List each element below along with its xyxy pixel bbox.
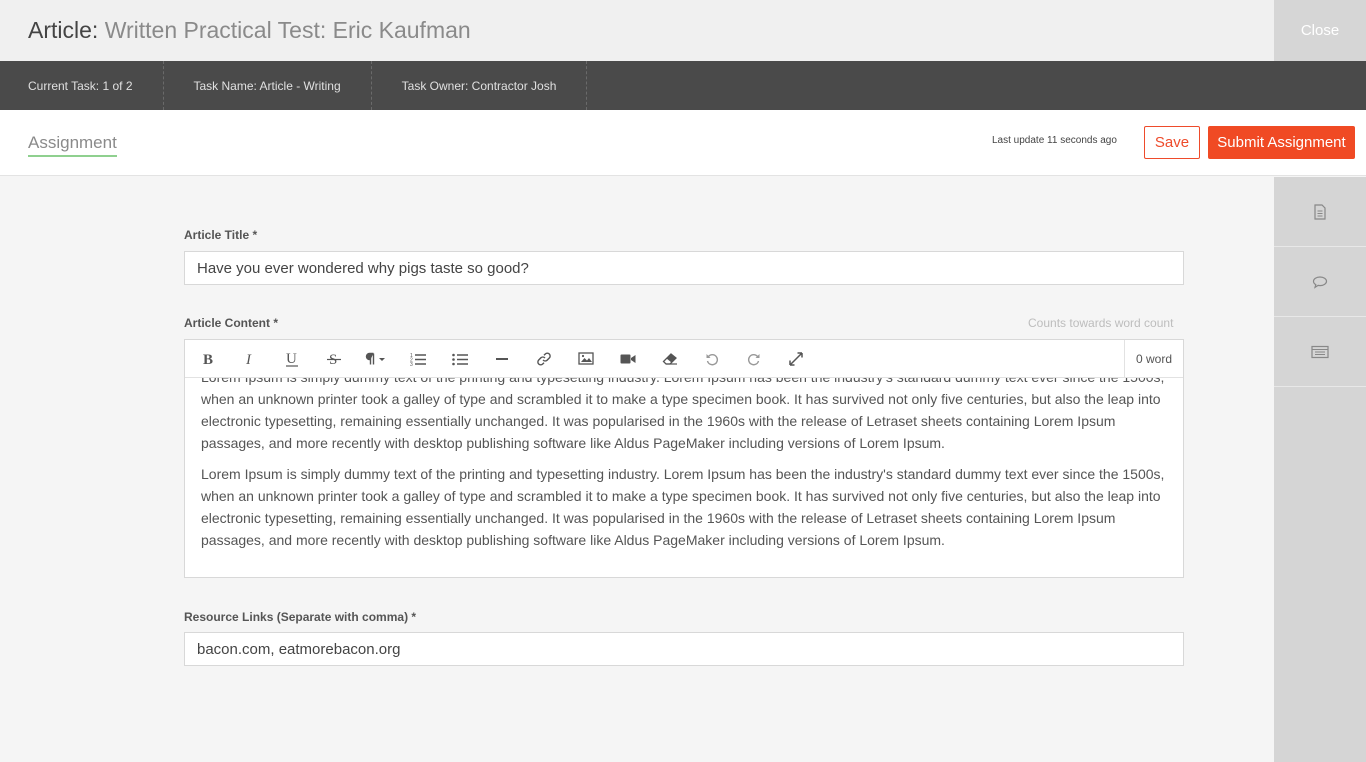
redo-icon (747, 353, 760, 365)
fullscreen-icon (789, 351, 803, 366)
undo-button[interactable] (691, 340, 733, 378)
sidebar-item-comments[interactable] (1274, 247, 1366, 317)
right-sidebar (1274, 177, 1366, 762)
underline-icon: U (286, 351, 298, 367)
task-name: Task Name: Article - Writing (164, 61, 372, 110)
submit-assignment-button[interactable]: Submit Assignment (1208, 126, 1355, 159)
strikethrough-icon: S (327, 352, 341, 366)
resource-links-label: Resource Links (Separate with comma) * (184, 610, 417, 624)
list-icon (1311, 345, 1329, 358)
article-title-label: Article Title * (184, 228, 258, 242)
bold-icon: B (203, 352, 213, 366)
insert-link-button[interactable] (523, 340, 565, 378)
document-icon (1314, 203, 1326, 220)
editor-toolbar: B I U S 1 2 3 (185, 340, 1183, 378)
task-owner: Task Owner: Contractor Josh (372, 61, 588, 110)
unordered-list-icon (452, 353, 468, 365)
ordered-list-icon: 1 2 3 (410, 353, 426, 366)
title-text: Written Practical Test: Eric Kaufman (104, 17, 471, 43)
horizontal-rule-icon (496, 357, 508, 360)
video-icon (620, 354, 636, 363)
image-icon (578, 352, 594, 365)
link-icon (537, 351, 551, 366)
page-title: Article: Written Practical Test: Eric Ka… (28, 17, 471, 44)
task-info-bar: Current Task: 1 of 2 Task Name: Article … (0, 61, 1366, 110)
content-paragraph: Lorem Ipsum is simply dummy text of the … (201, 378, 1164, 451)
title-prefix: Article: (28, 17, 99, 43)
underline-button[interactable]: U (271, 340, 313, 378)
undo-icon (706, 353, 719, 365)
ordered-list-button[interactable]: 1 2 3 (397, 340, 439, 378)
eraser-icon (662, 352, 677, 365)
italic-button[interactable]: I (229, 340, 271, 378)
unordered-list-button[interactable] (439, 340, 481, 378)
word-count-hint: Counts towards word count (1028, 316, 1174, 330)
editor-content-area[interactable]: Lorem Ipsum is simply dummy text of the … (185, 378, 1183, 577)
page-header: Article: Written Practical Test: Eric Ka… (0, 0, 1274, 61)
svg-text:U: U (286, 351, 297, 367)
current-task: Current Task: 1 of 2 (0, 61, 164, 110)
assignment-bar: Assignment Last update 11 seconds ago Sa… (0, 110, 1366, 176)
fullscreen-button[interactable] (775, 340, 817, 378)
redo-button[interactable] (733, 340, 775, 378)
bold-button[interactable]: B (187, 340, 229, 378)
clear-formatting-button[interactable] (649, 340, 691, 378)
horizontal-rule-button[interactable] (481, 340, 523, 378)
content-paragraph: Lorem Ipsum is simply dummy text of the … (201, 466, 1165, 548)
svg-text:I: I (245, 352, 252, 366)
word-count: 0 word (1123, 340, 1183, 377)
tab-assignment[interactable]: Assignment (28, 133, 117, 157)
svg-text:B: B (203, 352, 213, 366)
main-content: Article Title * Have you ever wondered w… (0, 177, 1274, 762)
article-content-label: Article Content * (184, 316, 279, 330)
svg-text:3: 3 (410, 362, 413, 366)
insert-image-button[interactable] (565, 340, 607, 378)
insert-video-button[interactable] (607, 340, 649, 378)
italic-icon: I (245, 352, 252, 366)
resource-links-input[interactable]: bacon.com, eatmorebacon.org (184, 632, 1184, 666)
paragraph-format-button[interactable] (355, 340, 397, 378)
sidebar-item-list[interactable] (1274, 317, 1366, 387)
save-button[interactable]: Save (1144, 126, 1200, 159)
last-update-text: Last update 11 seconds ago (992, 135, 1117, 146)
paragraph-icon (365, 352, 385, 364)
sidebar-item-document[interactable] (1274, 177, 1366, 247)
article-title-input[interactable]: Have you ever wondered why pigs taste so… (184, 251, 1184, 285)
strikethrough-button[interactable]: S (313, 340, 355, 378)
rich-text-editor: B I U S 1 2 3 (184, 339, 1184, 578)
close-button[interactable]: Close (1274, 0, 1366, 61)
comment-icon (1312, 275, 1328, 289)
